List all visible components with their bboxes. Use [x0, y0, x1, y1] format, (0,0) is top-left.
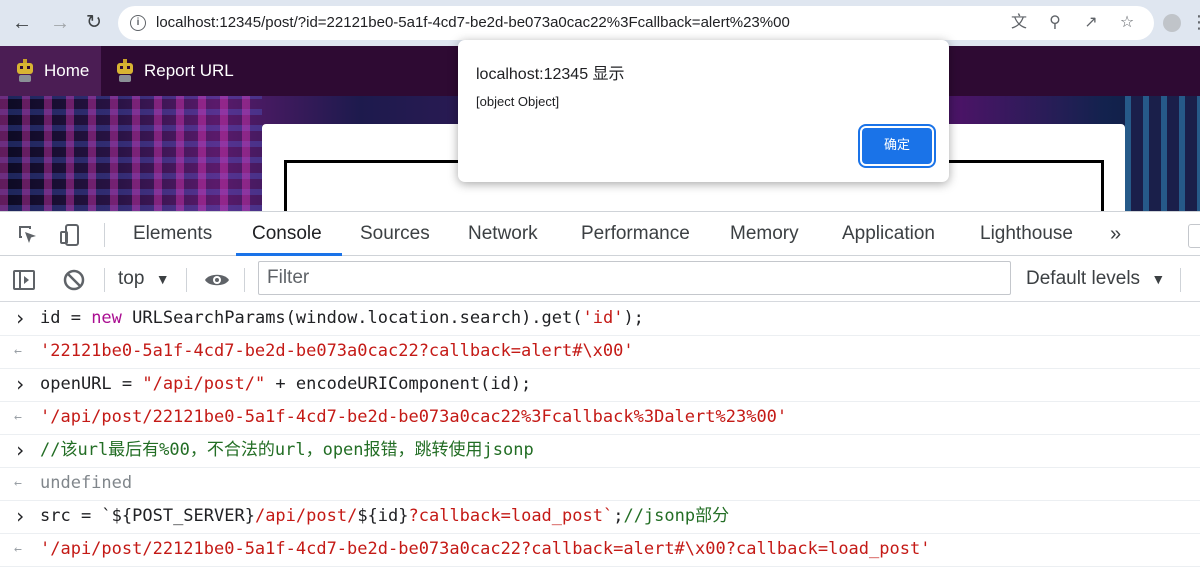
back-arrow-icon[interactable]: ←: [8, 9, 36, 37]
tab-memory[interactable]: Memory: [730, 212, 799, 256]
tabbar-divider: [104, 223, 105, 247]
code-token: );: [623, 308, 644, 328]
console-input-line: › //该url最后有%00，不合法的url，open报错，跳转使用jsonp: [0, 434, 1200, 468]
toolbar-divider: [244, 268, 245, 292]
console-text: '/api/post/22121be0-5a1f-4cd7-be2d-be073…: [40, 407, 788, 427]
inspect-element-icon[interactable]: [16, 223, 40, 247]
banner-art-left: [0, 96, 262, 211]
code-token: ${id}: [357, 506, 409, 526]
nav-home-link[interactable]: Home: [0, 46, 101, 96]
code-token: /api/post/: [254, 506, 358, 526]
code-token: + encodeURIComponent(id);: [265, 374, 532, 394]
nav-home-label: Home: [44, 61, 90, 80]
tab-sources[interactable]: Sources: [360, 212, 430, 256]
console-text: openURL = "/api/post/" + encodeURICompon…: [40, 368, 531, 401]
tab-elements[interactable]: Elements: [133, 212, 212, 256]
console-text: '/api/post/22121be0-5a1f-4cd7-be2d-be073…: [40, 539, 931, 559]
devtools-tabbar: Elements Console Sources Network Perform…: [0, 211, 1200, 256]
alert-title: localhost:12345 显示: [476, 66, 625, 83]
prompt-chevron-icon: ›: [14, 438, 27, 462]
zoom-icon[interactable]: ⚲: [1044, 12, 1066, 34]
alert-message: [object Object]: [476, 94, 560, 109]
log-levels-dropdown[interactable]: Default levels ▼: [1026, 256, 1165, 302]
bookmark-star-icon[interactable]: ☆: [1116, 12, 1138, 34]
site-info-icon[interactable]: i: [130, 15, 146, 31]
devtools-settings-icon[interactable]: [1188, 224, 1200, 248]
context-selector[interactable]: top ▼: [118, 256, 170, 302]
prompt-chevron-icon: ›: [14, 504, 27, 528]
console-result-line: ← '22121be0-5a1f-4cd7-be2d-be073a0cac22?c…: [0, 335, 1200, 369]
prompt-chevron-icon: ›: [14, 306, 27, 330]
chevron-down-icon: ▼: [1151, 271, 1166, 287]
toolbar-divider: [104, 268, 105, 292]
code-token: ?callback=load_post`: [408, 506, 614, 526]
url-text[interactable]: localhost:12345/post/?id=22121be0-5a1f-4…: [156, 6, 790, 40]
device-toolbar-icon[interactable]: [58, 223, 82, 247]
tab-performance[interactable]: Performance: [581, 212, 690, 256]
prompt-chevron-icon: ›: [14, 372, 27, 396]
console-toolbar: top ▼ Filter Default levels ▼: [0, 256, 1200, 302]
console-text: undefined: [40, 473, 133, 493]
result-arrow-icon: ←: [14, 344, 22, 359]
code-token: new: [91, 308, 122, 328]
code-token: 'id': [582, 308, 624, 328]
code-token: src =: [40, 506, 102, 526]
alert-ok-button[interactable]: 确定: [862, 128, 932, 164]
alert-dialog: localhost:12345 显示 [object Object] 确定: [458, 40, 949, 182]
console-result-line: ← '/api/post/22121be0-5a1f-4cd7-be2d-be07…: [0, 533, 1200, 567]
code-token: openURL =: [40, 374, 143, 394]
result-arrow-icon: ←: [14, 542, 22, 557]
share-icon[interactable]: ↗: [1080, 12, 1102, 34]
robot-icon: [117, 59, 133, 82]
banner-art-right: [1125, 96, 1200, 211]
result-arrow-icon: ←: [14, 476, 22, 491]
live-expression-eye-icon[interactable]: [203, 268, 231, 292]
forward-arrow-icon[interactable]: →: [46, 9, 74, 37]
toolbar-divider: [186, 268, 187, 292]
console-input-line: › id = new URLSearchParams(window.locatio…: [0, 302, 1200, 336]
robot-icon: [17, 59, 33, 82]
console-output: › id = new URLSearchParams(window.locatio…: [0, 302, 1200, 573]
reload-icon[interactable]: ↻: [80, 9, 108, 37]
toolbar-divider: [1180, 268, 1181, 292]
more-tabs-icon[interactable]: »: [1110, 212, 1121, 256]
console-text: src = `${POST_SERVER}/api/post/${id}?cal…: [40, 500, 729, 533]
nav-report-url-link[interactable]: Report URL: [100, 46, 234, 96]
code-token: id =: [40, 308, 92, 328]
code-token: "/api/post/": [142, 374, 266, 394]
console-result-line: ← '/api/post/22121be0-5a1f-4cd7-be2d-be07…: [0, 401, 1200, 435]
chevron-down-icon: ▼: [155, 271, 170, 287]
context-label: top: [118, 268, 145, 289]
address-bar[interactable]: i localhost:12345/post/?id=22121be0-5a1f…: [118, 6, 1154, 40]
profile-avatar[interactable]: [1163, 14, 1181, 32]
console-input-line: › src = `${POST_SERVER}/api/post/${id}?ca…: [0, 500, 1200, 534]
levels-label: Default levels: [1026, 268, 1141, 289]
console-result-line: ← undefined: [0, 467, 1200, 501]
tab-lighthouse[interactable]: Lighthouse: [980, 212, 1073, 256]
result-arrow-icon: ←: [14, 410, 22, 425]
code-token: //jsonp部分: [623, 506, 730, 526]
nav-report-url-label: Report URL: [144, 61, 234, 80]
console-text: id = new URLSearchParams(window.location…: [40, 302, 644, 335]
clear-console-icon[interactable]: [62, 268, 86, 292]
tab-application[interactable]: Application: [842, 212, 935, 256]
translate-icon[interactable]: 文: [1008, 12, 1030, 34]
code-token: ;: [613, 506, 624, 526]
tab-network[interactable]: Network: [468, 212, 538, 256]
filter-input[interactable]: Filter: [258, 261, 1011, 295]
code-token: `${POST_SERVER}: [101, 506, 255, 526]
tab-console[interactable]: Console: [252, 212, 322, 256]
console-text: '22121be0-5a1f-4cd7-be2d-be073a0cac22?ca…: [40, 341, 634, 361]
sidebar-toggle-icon[interactable]: [12, 268, 36, 292]
console-input-line: › openURL = "/api/post/" + encodeURICompo…: [0, 368, 1200, 402]
code-token: URLSearchParams(window.location.search).…: [121, 308, 583, 328]
console-text: //该url最后有%00，不合法的url，open报错，跳转使用jsonp: [40, 434, 534, 467]
browser-menu-icon[interactable]: ⋮: [1190, 10, 1200, 34]
code-token: //该url最后有%00，不合法的url，open报错，跳转使用jsonp: [40, 440, 534, 460]
